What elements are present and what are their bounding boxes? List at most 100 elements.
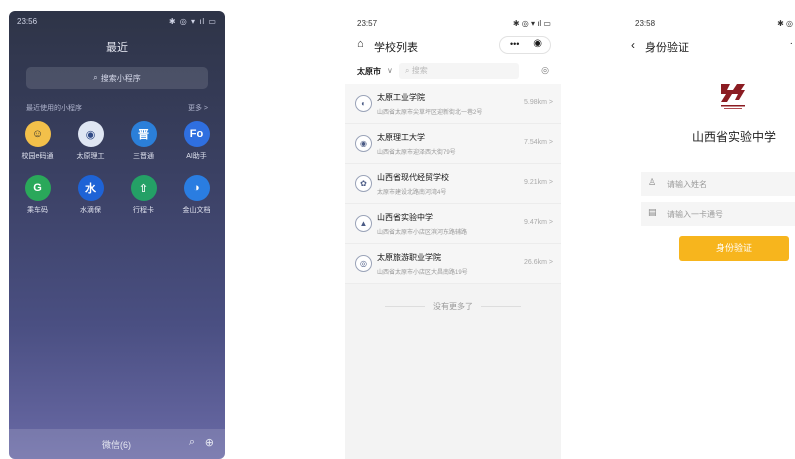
header-area: 23:57 ✱ ◎ ▾ ıl ▭ ⌂ 学校列表 ••• ◉ 太原市 ∨ ⌕ 搜索…	[345, 13, 561, 84]
card-placeholder: 请输入一卡通号	[667, 210, 723, 219]
more-link[interactable]: 更多 >	[188, 103, 208, 113]
chevron-down-icon[interactable]: ∨	[387, 66, 393, 75]
nav-bar: ⌂ 学校列表 ••• ◉	[357, 36, 551, 54]
status-time: 23:57	[357, 19, 378, 28]
school-distance: 9.47km >	[524, 219, 553, 226]
school-address: 山西省太原市尖草坪区迎新街北一巷2号	[377, 110, 483, 116]
status-bar: 23:56 ✱ ◎ ▾ ıl ▭	[17, 17, 217, 29]
card-number-input[interactable]: ▤ 请输入一卡通号	[641, 202, 795, 226]
school-name: 山西省实验中学	[377, 213, 433, 222]
id-card-icon: ▤	[648, 207, 657, 217]
screenshot-collage: 23:56 ✱ ◎ ▾ ıl ▭ 最近 ⌕ 搜索小程序 最近使用的小程序 更多 …	[0, 0, 795, 459]
search-mini-program-input[interactable]: ⌕ 搜索小程序	[26, 67, 208, 89]
school-row[interactable]: ◉ 太原理工大学山西省太原市迎泽西大街79号 7.54km >	[345, 124, 561, 164]
bus-code-icon: G	[24, 175, 51, 201]
app-label: 太原理工	[76, 153, 105, 160]
school-row[interactable]: ◐ 太原工业学院山西省太原市尖草坪区迎新街北一巷2号 5.98km >	[345, 84, 561, 124]
app-label: 乘车码	[27, 207, 48, 214]
status-icons: ✱ ◎ ▾ ıl ▭	[512, 19, 551, 28]
school-address: 太原市建设北路南河湾4号	[377, 190, 447, 196]
mini-program-app[interactable]: ⇧ 行程卡	[117, 175, 170, 215]
status-bar: 23:58 ✱ ◎	[635, 19, 795, 28]
school-logo-icon: ◎	[355, 255, 372, 272]
ai-assistant-icon: Fo	[183, 121, 210, 147]
wechat-tab-label[interactable]: 微信(6)	[102, 438, 131, 451]
status-icons: ✱ ◎ ▾ ıl ▭	[168, 17, 217, 26]
recent-label: 最近使用的小程序	[26, 105, 82, 112]
page-title: 最近	[106, 42, 128, 54]
school-distance: 26.6km >	[524, 259, 553, 266]
mini-program-app[interactable]: ◉ 太原理工	[64, 121, 117, 161]
school-logo-icon: ◉	[355, 135, 372, 152]
search-icon[interactable]: ⌕	[189, 436, 195, 449]
school-list-screen: 23:57 ✱ ◎ ▾ ıl ▭ ⌂ 学校列表 ••• ◉ 太原市 ∨ ⌕ 搜索…	[345, 13, 561, 459]
sanjintong-icon: 晋	[130, 121, 157, 147]
name-placeholder: 请输入姓名	[667, 180, 707, 189]
name-input[interactable]: ♙ 请输入姓名	[641, 172, 795, 196]
school-logo-icon	[721, 84, 745, 109]
recent-section-header: 最近使用的小程序 更多 >	[26, 103, 208, 113]
app-label: 三晋通	[133, 153, 154, 160]
home-icon[interactable]: ⌂	[357, 38, 364, 50]
list-end-notice: 没有更多了	[345, 301, 561, 312]
search-placeholder: 搜索小程序	[100, 73, 141, 83]
city-selector[interactable]: 太原市	[357, 66, 381, 77]
school-logo-icon: ◐	[355, 95, 372, 112]
school-list: ◐ 太原工业学院山西省太原市尖草坪区迎新街北一巷2号 5.98km > ◉ 太原理工大学…	[345, 84, 561, 284]
app-label: AI助手	[186, 153, 207, 160]
mini-program-app[interactable]: 水水滴保	[64, 175, 117, 215]
school-address: 山西省太原市小店区滨河东路辅路	[377, 230, 468, 236]
school-distance: 5.98km >	[524, 99, 553, 106]
more-menu-icon[interactable]: •••	[510, 39, 519, 49]
divider	[481, 306, 521, 308]
school-search-input[interactable]: ⌕ 搜索	[399, 63, 519, 79]
bottom-bar: 微信(6) ⌕ ⊕	[9, 429, 225, 459]
close-mini-program-icon[interactable]: ◉	[533, 38, 542, 49]
school-name: 山西省现代经贸学校	[377, 173, 449, 182]
search-icon: ⌕	[405, 66, 412, 75]
no-more-label: 没有更多了	[433, 302, 473, 311]
travel-card-icon: ⇧	[130, 175, 157, 201]
smiley-icon: ☺	[24, 121, 51, 147]
kingsoft-docs-icon: ◑	[183, 175, 210, 201]
identity-verification-screen: 23:58 ✱ ◎ ‹ 身份验证 · 山西省实验中学 ♙ 请输入姓名 ▤ 请输入…	[625, 13, 795, 459]
add-circle-icon[interactable]: ⊕	[205, 436, 214, 449]
app-label: 水滴保	[80, 207, 101, 214]
school-row[interactable]: ◎ 太原旅游职业学院山西省太原市小店区大昌南路19号 26.6km >	[345, 244, 561, 284]
verify-identity-button[interactable]: 身份验证	[679, 236, 789, 261]
page-title: 身份验证	[645, 42, 689, 54]
mini-program-app[interactable]: 晋三晋通	[117, 121, 170, 161]
mini-program-app[interactable]: Fo AI助手	[170, 121, 223, 161]
search-icon: ⌕	[93, 73, 98, 82]
school-row[interactable]: ✿ 山西省现代经贸学校 太原市建设北路南河湾4号 9.21km >	[345, 164, 561, 204]
app-label: 金山文档	[182, 207, 211, 214]
locate-icon[interactable]: ◎	[541, 65, 549, 76]
school-address: 山西省太原市迎泽西大街79号	[377, 150, 456, 156]
mini-program-capsule: ••• ◉	[499, 36, 551, 54]
school-distance: 9.21km >	[524, 179, 553, 186]
school-row[interactable]: ▲ 山西省实验中学山西省太原市小店区滨河东路辅路 9.47km >	[345, 204, 561, 244]
school-name: 太原理工大学	[377, 133, 425, 142]
school-name: 太原旅游职业学院	[377, 253, 441, 262]
school-name: 太原工业学院	[377, 93, 425, 102]
school-logo-icon: ✿	[355, 175, 372, 192]
mini-program-drawer-screen: 23:56 ✱ ◎ ▾ ıl ▭ 最近 ⌕ 搜索小程序 最近使用的小程序 更多 …	[9, 11, 225, 459]
back-arrow-icon[interactable]: ‹	[631, 38, 635, 52]
mini-program-app[interactable]: ◑ 金山文档	[170, 175, 223, 215]
status-time: 23:58	[635, 19, 656, 28]
university-emblem-icon: ◉	[77, 121, 104, 147]
school-address: 山西省太原市小店区大昌南路19号	[377, 270, 468, 276]
page-title: 学校列表	[374, 42, 418, 54]
search-placeholder: 搜索	[411, 66, 428, 75]
school-name: 山西省实验中学	[692, 130, 777, 144]
status-icons: ✱ ◎	[777, 19, 793, 28]
school-logo-icon: ▲	[355, 215, 372, 232]
mini-program-app[interactable]: ☺ 校园e码通	[11, 121, 64, 161]
more-menu-icon[interactable]: ·	[790, 38, 793, 49]
app-label: 行程卡	[133, 207, 154, 214]
shuidibao-icon: 水	[77, 175, 104, 201]
mini-program-app[interactable]: G 乘车码	[11, 175, 64, 215]
status-bar: 23:57 ✱ ◎ ▾ ıl ▭	[357, 19, 551, 28]
divider	[385, 306, 425, 308]
school-distance: 7.54km >	[524, 139, 553, 146]
